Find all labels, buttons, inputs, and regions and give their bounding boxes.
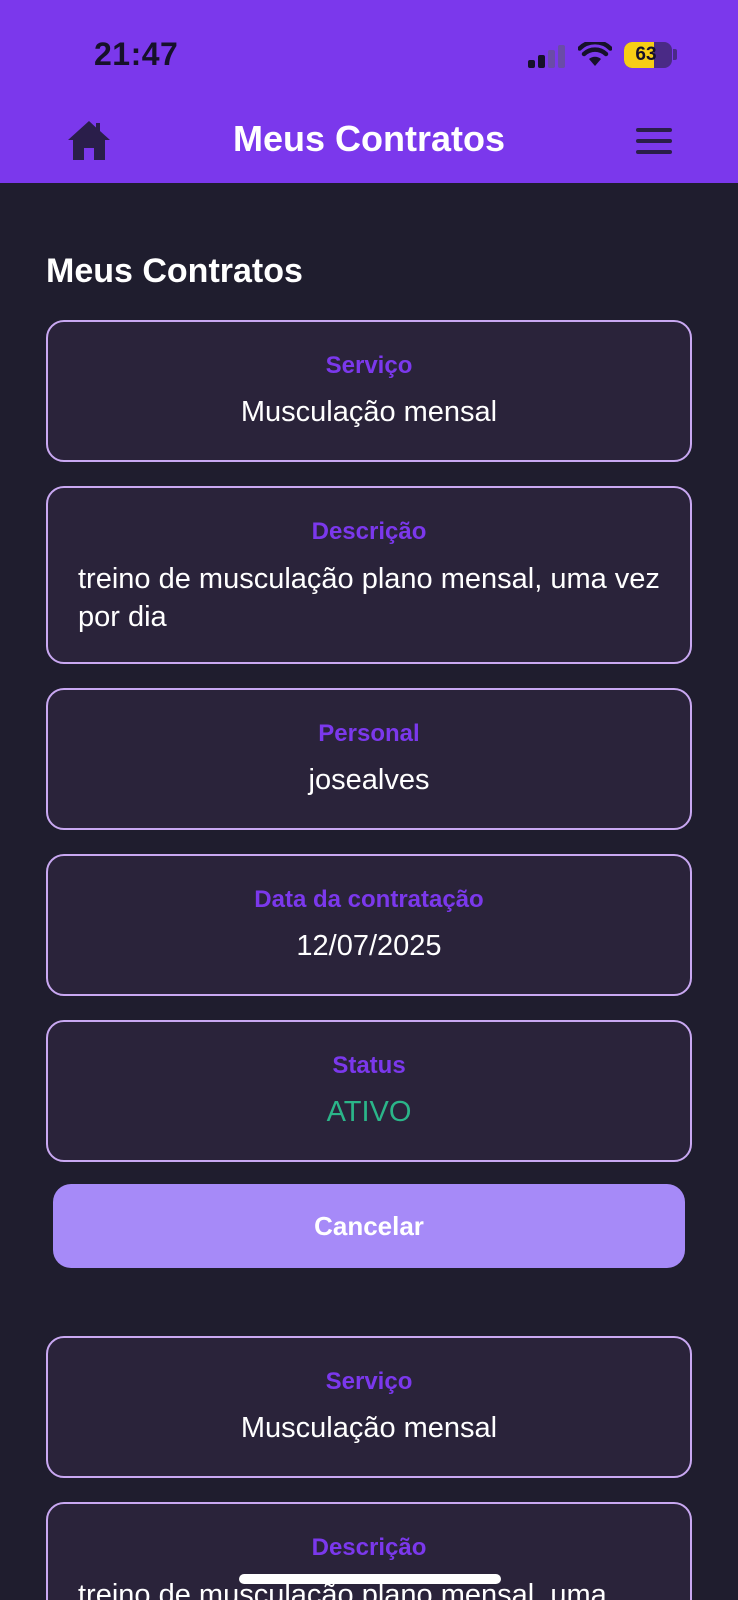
section-title: Meus Contratos bbox=[46, 252, 303, 290]
date-value: 12/07/2025 bbox=[296, 930, 442, 962]
cancel-button[interactable]: Cancelar bbox=[53, 1184, 685, 1268]
cellular-signal-icon bbox=[528, 44, 568, 68]
personal-card: Personal josealves bbox=[46, 688, 692, 830]
description-card: Descrição treino de musculação plano men… bbox=[46, 1502, 692, 1600]
battery-tip bbox=[673, 49, 677, 60]
status-time: 21:47 bbox=[94, 36, 179, 72]
status-badge: ATIVO bbox=[326, 1096, 412, 1128]
menu-icon[interactable] bbox=[636, 128, 676, 158]
home-indicator bbox=[239, 1574, 501, 1584]
description-label: Descrição bbox=[311, 1534, 427, 1561]
service-card: Serviço Musculação mensal bbox=[46, 320, 692, 462]
page-title: Meus Contratos bbox=[232, 118, 506, 159]
status-card: Status ATIVO bbox=[46, 1020, 692, 1162]
battery-percentage: 63 bbox=[635, 44, 657, 65]
top-bar: 21:47 63 Meus Contratos bbox=[0, 0, 738, 183]
description-label: Descrição bbox=[311, 518, 427, 545]
date-label: Data da contratação bbox=[254, 886, 484, 913]
service-label: Serviço bbox=[325, 352, 413, 379]
description-value: treino de musculação plano mensal, uma v… bbox=[78, 563, 660, 633]
personal-value: josealves bbox=[308, 764, 430, 796]
date-card: Data da contratação 12/07/2025 bbox=[46, 854, 692, 996]
personal-label: Personal bbox=[318, 720, 420, 747]
service-label: Serviço bbox=[325, 1368, 413, 1395]
wifi-icon bbox=[578, 42, 612, 66]
battery-icon: 63 bbox=[624, 42, 672, 68]
service-card: Serviço Musculação mensal bbox=[46, 1336, 692, 1478]
description-card: Descrição treino de musculação plano men… bbox=[46, 486, 692, 664]
service-value: Musculação mensal bbox=[240, 396, 498, 428]
status-label: Status bbox=[332, 1052, 406, 1079]
service-value: Musculação mensal bbox=[240, 1412, 498, 1444]
